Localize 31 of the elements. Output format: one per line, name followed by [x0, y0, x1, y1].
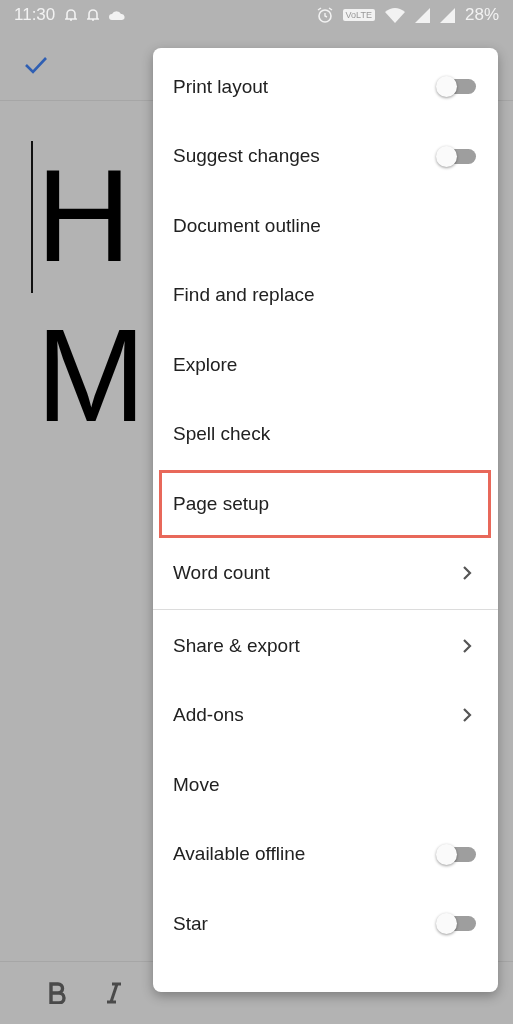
- menu-item[interactable]: Share & export: [153, 611, 498, 681]
- menu-item[interactable]: Move: [153, 750, 498, 820]
- document-text: H: [36, 141, 132, 291]
- cloud-icon: [109, 10, 126, 20]
- menu-item[interactable]: Available offline: [153, 819, 498, 889]
- menu-item[interactable]: Page setup: [158, 469, 492, 539]
- bell-icon: [87, 8, 100, 22]
- menu-item[interactable]: Explore: [153, 330, 498, 400]
- signal-icon: [414, 7, 430, 23]
- italic-icon[interactable]: [106, 982, 122, 1004]
- document-text: M: [36, 301, 146, 451]
- alarm-icon: [316, 7, 333, 23]
- menu-item[interactable]: Document outline: [153, 191, 498, 261]
- wifi-icon: [384, 7, 405, 23]
- menu-item[interactable]: Add-ons: [153, 680, 498, 750]
- bold-icon[interactable]: [48, 982, 66, 1004]
- menu-item[interactable]: Find and replace: [153, 260, 498, 330]
- check-icon[interactable]: [24, 56, 48, 74]
- menu-item[interactable]: Spell check: [153, 399, 498, 469]
- signal-icon: [439, 7, 455, 23]
- menu-item[interactable]: Suggest changes: [153, 121, 498, 191]
- battery-percent: 28%: [464, 5, 499, 25]
- bell-icon: [65, 8, 78, 22]
- chevron-right-icon: [462, 707, 472, 724]
- menu-item[interactable]: Print layout: [153, 52, 498, 122]
- menu-item[interactable]: Word count: [153, 538, 498, 608]
- network-badge: VoLTE: [342, 9, 375, 21]
- clock-time: 11:30: [14, 5, 56, 25]
- chevron-right-icon: [462, 637, 472, 654]
- menu-item[interactable]: Star: [153, 889, 498, 959]
- chevron-right-icon: [462, 565, 472, 582]
